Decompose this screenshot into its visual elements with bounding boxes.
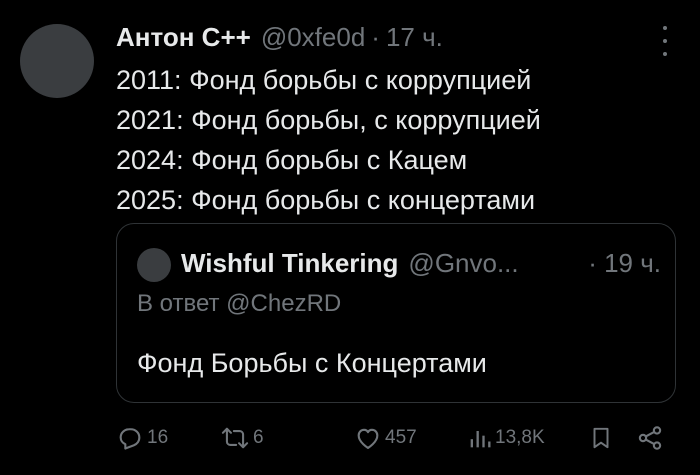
quoted-author-handle: @Gnvo... bbox=[408, 248, 519, 278]
tweet-text-line: 2025: Фонд борьбы с концертами bbox=[116, 185, 536, 215]
views-button[interactable]: 13,8K bbox=[468, 420, 545, 456]
quoted-avatar bbox=[137, 248, 171, 282]
like-button[interactable]: 457 bbox=[354, 420, 417, 456]
bookmark-icon bbox=[588, 424, 614, 452]
avatar[interactable] bbox=[20, 24, 94, 98]
bookmark-button[interactable] bbox=[588, 420, 614, 456]
like-count: 457 bbox=[385, 427, 417, 448]
more-icon[interactable] bbox=[658, 26, 672, 56]
tweet[interactable]: Антон С++ @0xfe0d · 17 ч. 2011: Фонд бор… bbox=[0, 0, 700, 475]
views-count: 13,8K bbox=[495, 427, 545, 448]
reply-icon bbox=[116, 424, 144, 452]
tweet-time[interactable]: 17 ч. bbox=[386, 22, 443, 53]
tweet-text-line: 2011: Фонд борьбы с коррупцией bbox=[116, 65, 532, 95]
tweet-header: Антон С++ @0xfe0d · 17 ч. bbox=[116, 22, 443, 56]
tweet-text-line: 2021: Фонд борьбы, с коррупцией bbox=[116, 105, 541, 135]
quoted-reply-to: В ответ @ChezRD bbox=[137, 290, 342, 317]
views-icon bbox=[468, 424, 492, 452]
reply-count: 16 bbox=[147, 427, 169, 448]
share-icon bbox=[636, 424, 664, 452]
repost-button[interactable]: 6 bbox=[220, 420, 264, 456]
quoted-author-name: Wishful Tinkering bbox=[181, 248, 399, 278]
tweet-text: 2011: Фонд борьбы с коррупцией 2021: Фон… bbox=[116, 60, 676, 220]
author-handle[interactable]: @0xfe0d bbox=[261, 22, 365, 53]
reply-button[interactable]: 16 bbox=[116, 420, 168, 456]
quoted-time: · 19 ч. bbox=[588, 248, 661, 278]
quoted-header: Wishful Tinkering @Gnvo... · 19 ч. bbox=[181, 248, 661, 279]
like-icon bbox=[354, 424, 382, 452]
header-separator: · bbox=[371, 22, 380, 52]
repost-icon bbox=[220, 424, 250, 452]
repost-count: 6 bbox=[253, 427, 264, 448]
share-button[interactable] bbox=[636, 420, 664, 456]
quoted-tweet[interactable]: Wishful Tinkering @Gnvo... · 19 ч. В отв… bbox=[116, 223, 676, 403]
author-name[interactable]: Антон С++ bbox=[116, 22, 251, 53]
action-bar: 16 6 457 13,8K bbox=[116, 420, 676, 456]
tweet-text-line: 2024: Фонд борьбы с Кацем bbox=[116, 145, 468, 175]
quoted-text: Фонд Борьбы с Концертами bbox=[137, 348, 487, 378]
